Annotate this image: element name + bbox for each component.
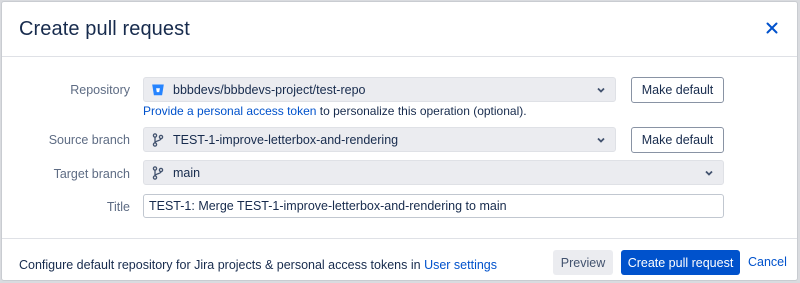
dialog-header: Create pull request: [2, 2, 797, 57]
footer-note: Configure default repository for Jira pr…: [19, 258, 497, 272]
dialog-title: Create pull request: [19, 18, 190, 40]
target-branch-value: main: [173, 165, 201, 180]
source-branch-value: TEST-1-improve-letterbox-and-rendering: [173, 132, 399, 147]
create-pull-request-button[interactable]: Create pull request: [621, 250, 740, 275]
personal-access-token-link[interactable]: Provide a personal access token: [143, 104, 316, 118]
source-branch-label: Source branch: [48, 133, 130, 147]
source-branch-make-default-button[interactable]: Make default: [631, 127, 724, 153]
chevron-down-icon: [595, 84, 607, 96]
cancel-button[interactable]: Cancel: [748, 255, 787, 269]
target-branch-label: Target branch: [53, 167, 130, 181]
user-settings-link[interactable]: User settings: [424, 258, 497, 272]
bitbucket-icon: [150, 82, 166, 98]
chevron-down-icon: [595, 134, 607, 146]
branch-icon: [150, 132, 166, 148]
chevron-down-icon: [703, 167, 715, 179]
target-branch-select[interactable]: main: [143, 160, 724, 185]
title-input[interactable]: [143, 194, 724, 218]
create-pull-request-dialog: Create pull request Repository bbbdevs/b…: [1, 1, 798, 281]
branch-icon: [150, 165, 166, 181]
source-branch-select[interactable]: TEST-1-improve-letterbox-and-rendering: [143, 127, 616, 152]
title-label: Title: [106, 200, 130, 214]
repository-hint-text: to personalize this operation (optional)…: [316, 104, 527, 118]
preview-button[interactable]: Preview: [553, 250, 613, 275]
footer-note-text: Configure default repository for Jira pr…: [19, 258, 425, 272]
repository-value: bbbdevs/bbbdevs-project/test-repo: [173, 82, 366, 97]
repository-label: Repository: [70, 83, 130, 97]
repository-select[interactable]: bbbdevs/bbbdevs-project/test-repo: [143, 77, 616, 102]
repository-make-default-button[interactable]: Make default: [631, 77, 724, 103]
dialog-footer: Configure default repository for Jira pr…: [2, 238, 797, 283]
repository-hint: Provide a personal access token to perso…: [143, 104, 527, 118]
close-icon[interactable]: [763, 19, 781, 37]
